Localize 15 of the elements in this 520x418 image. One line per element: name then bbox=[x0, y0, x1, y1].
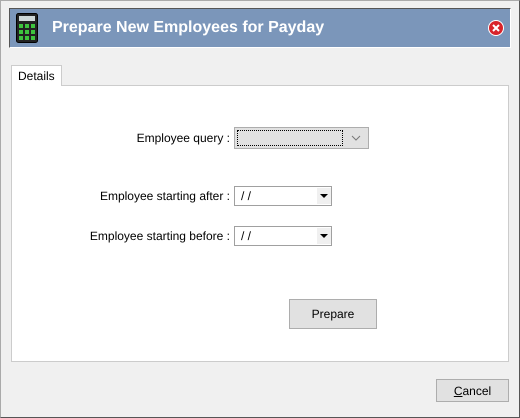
window-title: Prepare New Employees for Payday bbox=[52, 19, 326, 37]
calculator-icon bbox=[16, 13, 38, 43]
field-label: Employee query : bbox=[136, 131, 230, 145]
prepare-button[interactable]: Prepare bbox=[289, 299, 377, 329]
dropdown-arrow-icon bbox=[320, 234, 328, 238]
field-label: Employee starting after : bbox=[100, 189, 230, 203]
chevron-icon bbox=[351, 135, 361, 141]
tab[interactable]: Details bbox=[11, 65, 62, 86]
cancel-button[interactable]: Cancel bbox=[436, 379, 509, 402]
date-field[interactable]: / / bbox=[234, 186, 332, 206]
close-icon[interactable] bbox=[488, 20, 504, 36]
date-field[interactable]: / / bbox=[234, 226, 332, 246]
dropdown-arrow-icon bbox=[320, 194, 328, 198]
field-label: Employee starting before : bbox=[90, 229, 230, 243]
query-dropdown[interactable] bbox=[234, 127, 369, 149]
